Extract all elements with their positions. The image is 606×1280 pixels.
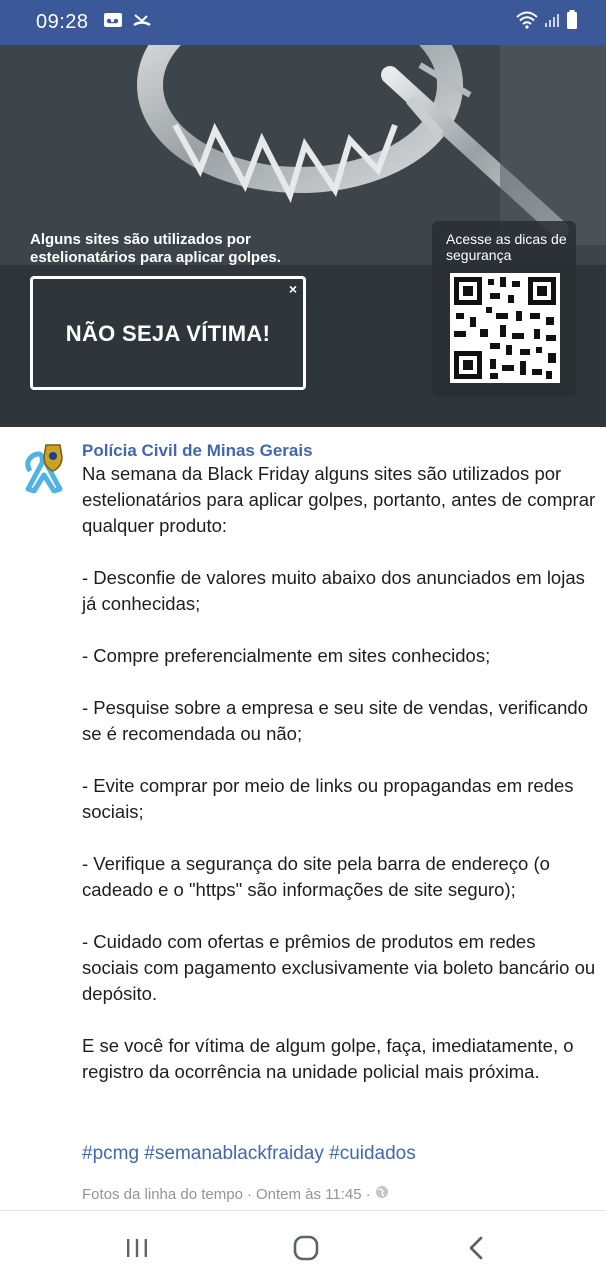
voicemail-icon	[103, 12, 123, 33]
post-author-link[interactable]: Polícia Civil de Minas Gerais	[82, 441, 313, 461]
wifi-icon	[516, 11, 538, 34]
post-image[interactable]: Alguns sites são utilizados por estelion…	[0, 45, 606, 427]
close-icon: ×	[288, 281, 297, 297]
globe-icon	[375, 1185, 389, 1203]
status-time: 09:28	[36, 11, 89, 33]
post-timestamp[interactable]: Ontem às 11:45	[256, 1186, 362, 1203]
signal-icon	[544, 12, 560, 33]
home-icon[interactable]	[291, 1233, 321, 1263]
hashtags-link[interactable]: #pcmg #semanablackfraiday #cuidados	[82, 1143, 416, 1165]
post-paragraph: - Desconfie de valores muito abaixo dos …	[82, 567, 585, 614]
status-bar: 09:28	[0, 0, 606, 45]
qr-code-icon	[450, 273, 560, 383]
post-meta: Fotos da linha do tempo · Ontem às 11:45…	[82, 1185, 389, 1203]
post-paragraph: - Evite comprar por meio de links ou pro…	[82, 775, 574, 822]
post-body: Na semana da Black Friday alguns sites s…	[82, 461, 597, 1085]
banner-caption: Alguns sites são utilizados por estelion…	[30, 231, 281, 266]
back-icon[interactable]	[461, 1233, 491, 1263]
qr-panel: Acesse as dicas de segurança	[432, 221, 576, 397]
battery-icon	[566, 10, 578, 35]
post-paragraph: E se você for vítima de algum golpe, faç…	[82, 1035, 574, 1082]
post-paragraph: - Pesquise sobre a empresa e seu site de…	[82, 697, 588, 744]
post-paragraph: - Cuidado com ofertas e prêmios de produ…	[82, 931, 596, 1004]
post-paragraph: - Compre preferencialmente em sites conh…	[82, 645, 491, 666]
meta-separator: ·	[246, 1185, 252, 1203]
post: Polícia Civil de Minas Gerais Na semana …	[0, 427, 606, 1212]
post-paragraph: Na semana da Black Friday alguns sites s…	[82, 463, 596, 536]
missed-call-icon	[132, 12, 151, 33]
nav-bar	[0, 1211, 606, 1280]
recent-apps-icon[interactable]	[122, 1233, 152, 1263]
album-link[interactable]: Fotos da linha do tempo	[82, 1186, 243, 1203]
qr-caption: Acesse as dicas de segurança	[446, 231, 567, 263]
meta-separator: ·	[365, 1185, 371, 1203]
cta-box: × NÃO SEJA VÍTIMA!	[30, 276, 306, 390]
avatar[interactable]	[20, 441, 66, 494]
cta-text: NÃO SEJA VÍTIMA!	[65, 321, 271, 346]
post-paragraph: - Verifique a segurança do site pela bar…	[82, 853, 550, 900]
